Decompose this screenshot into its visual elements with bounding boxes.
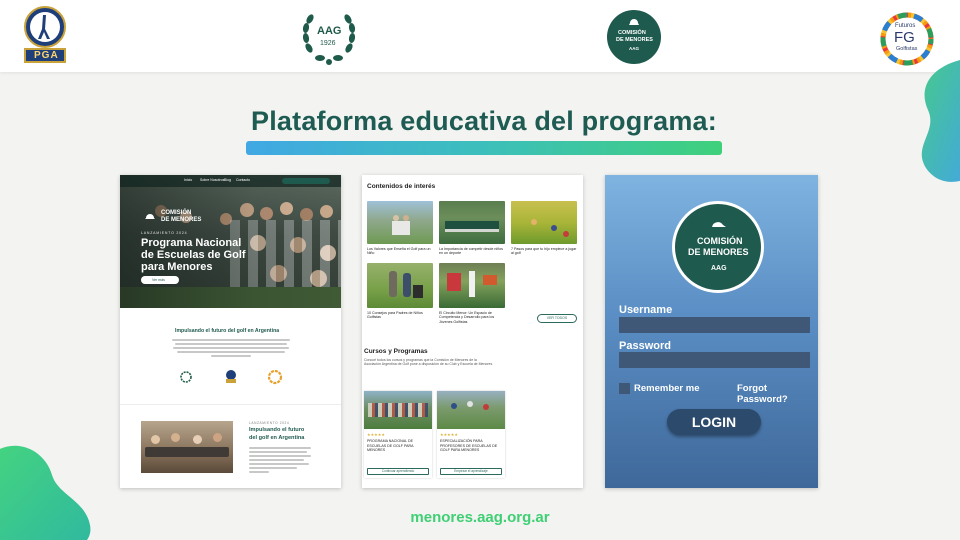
site-preview-card[interactable]: Inicio Sobre Nosotros Blog Contacto COMI… — [120, 175, 341, 488]
hero-kicker: LANZAMIENTO 2024 — [141, 231, 188, 235]
password-input[interactable] — [619, 352, 810, 368]
page-title: Plataforma educativa del programa: — [251, 106, 717, 136]
article-thumb-5[interactable] — [439, 263, 505, 308]
pga-mini-logo — [226, 370, 236, 383]
nav-item-blog[interactable]: Blog — [224, 178, 231, 182]
feature-paragraph — [249, 447, 311, 475]
login-card: COMISIÓN DE MENORES AAG Username Passwor… — [605, 175, 818, 488]
course-card-1[interactable]: ★★★★★ PROGRAMA NACIONAL DE ESCUELAS DE G… — [364, 391, 432, 478]
title-underline — [246, 141, 722, 155]
forgot-password-link[interactable]: Forgot Password? — [737, 383, 818, 405]
logo-line1: COMISIÓN — [618, 30, 646, 36]
login-logo-line1: COMISIÓN — [697, 236, 743, 246]
course-title-2: ESPECIALIZACIÓN PARA PROFESORES DE ESCUE… — [440, 439, 498, 453]
section-paragraph — [172, 339, 290, 359]
course-card-2[interactable]: ★★★★★ ESPECIALIZACIÓN PARA PROFESORES DE… — [437, 391, 505, 478]
courses-title: Cursos y Programas — [364, 348, 428, 355]
courses-intro: Conocé todos los cursos y programas que … — [364, 358, 493, 367]
aag-mini-logo — [180, 371, 192, 383]
username-label: Username — [619, 304, 673, 316]
login-logo-line2: DE MENORES — [688, 247, 749, 257]
header-bar: PGA AAG 1926 COMISIÓN DE MENORES AAG Fut… — [0, 0, 960, 72]
course-button-1[interactable]: Continuar aprendiendo — [367, 468, 429, 475]
about-section: Impulsando el futuro del golf en Argenti… — [120, 308, 341, 488]
aag-logo-year: 1926 — [320, 40, 336, 47]
password-label: Password — [619, 340, 671, 352]
hero-button[interactable]: Ver más — [141, 276, 179, 284]
article-thumb-4[interactable] — [367, 263, 433, 308]
nav-item-inicio[interactable]: Inicio — [184, 178, 192, 182]
contents-title: Contenidos de interés — [367, 183, 436, 190]
nav-item-sobre[interactable]: Sobre Nosotros — [200, 178, 224, 182]
course-rating-2: ★★★★★ — [440, 432, 458, 437]
hero-title-1: Programa Nacional — [141, 237, 242, 249]
hero-image: Inicio Sobre Nosotros Blog Contacto COMI… — [120, 175, 341, 308]
course-image-1 — [364, 391, 432, 429]
article-title-1[interactable]: Los Valores que Enseña el Golf para un N… — [367, 247, 433, 256]
username-input[interactable] — [619, 317, 810, 333]
brand-line2: DE MENORES — [161, 217, 202, 223]
site-nav: Inicio Sobre Nosotros Blog Contacto — [120, 175, 341, 187]
pga-logo-text: PGA — [34, 50, 59, 61]
golf-cap-icon — [145, 214, 155, 219]
hero-button-label: Ver más — [152, 278, 165, 282]
article-thumb-3[interactable] — [511, 201, 577, 244]
course-rating-1: ★★★★★ — [367, 432, 385, 437]
fg-mini-logo — [267, 369, 283, 385]
see-all-button[interactable]: VER TODOS — [537, 314, 577, 323]
logo-line3: AAG — [629, 46, 639, 51]
course-image-2 — [437, 391, 505, 429]
content-preview-card[interactable]: Contenidos de interés Los Valores que En… — [362, 175, 583, 488]
feature-photo — [141, 421, 233, 473]
section-divider — [120, 404, 341, 405]
comision-menores-logo-large: COMISIÓN DE MENORES AAG — [672, 201, 764, 293]
article-title-5[interactable]: El Circuito Menor: Un Espacio de Compete… — [439, 311, 505, 324]
article-title-3[interactable]: 7 Pasos para que tu hijo empiece a jugar… — [511, 247, 577, 256]
course-button-2[interactable]: Empezar el aprendizaje — [440, 468, 502, 475]
hero-title-2: de Escuelas de Golf — [141, 249, 246, 261]
aag-logo-text: AAG — [317, 25, 342, 37]
remember-checkbox[interactable] — [619, 383, 630, 394]
article-thumb-1[interactable] — [367, 201, 433, 244]
login-button[interactable]: LOGIN — [667, 409, 761, 435]
fg-bottom: Golfistas — [896, 46, 918, 52]
logo-line2: DE MENORES — [616, 37, 653, 43]
comision-menores-logo[interactable]: COMISIÓN DE MENORES AAG — [607, 10, 661, 64]
brand-line1: COMISIÓN — [161, 210, 192, 216]
login-logo-line3: AAG — [711, 265, 727, 272]
pga-logo[interactable]: PGA — [22, 6, 68, 64]
aag-logo[interactable]: AAG 1926 — [300, 8, 358, 66]
remember-label: Remember me — [634, 383, 700, 394]
fg-mid: FG — [894, 29, 915, 46]
nav-cta[interactable] — [282, 178, 330, 184]
article-title-4[interactable]: 10 Consejos para Padres de Niños Golfist… — [367, 311, 433, 320]
nav-item-contacto[interactable]: Contacto — [236, 178, 250, 182]
course-title-1: PROGRAMA NACIONAL DE ESCUELAS DE GOLF PA… — [367, 439, 414, 453]
golf-cap-icon — [712, 222, 726, 227]
feature-title-2: del golf en Argentina — [249, 435, 305, 441]
article-thumb-2[interactable] — [439, 201, 505, 244]
feature-title-1: Impulsando el futuro — [249, 427, 305, 433]
site-url[interactable]: menores.aag.org.ar — [0, 509, 960, 526]
section-title: Impulsando el futuro del golf en Argenti… — [175, 328, 280, 334]
feature-kicker: LANZAMIENTO 2024 — [249, 421, 290, 425]
article-title-2[interactable]: La Importancia de competir desde niños e… — [439, 247, 505, 256]
hero-title-3: para Menores — [141, 261, 213, 273]
